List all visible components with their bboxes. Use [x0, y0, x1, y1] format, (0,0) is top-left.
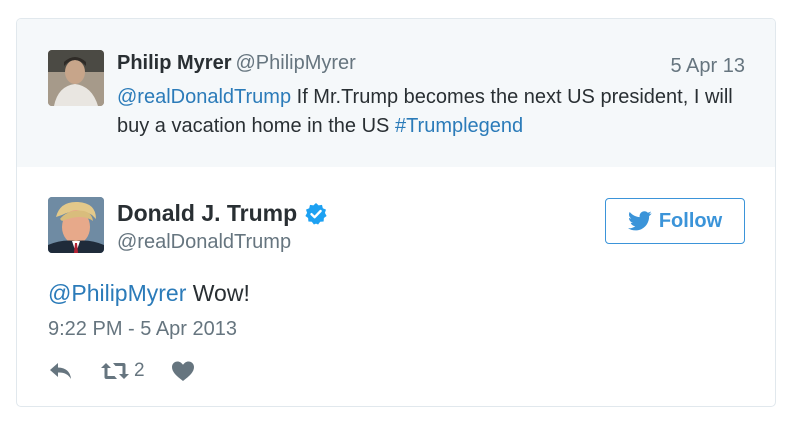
retweet-button[interactable]: 2 — [100, 360, 145, 382]
tweet-timestamp[interactable]: 9:22 PM - 5 Apr 2013 — [48, 318, 237, 341]
parent-author-avatar[interactable] — [48, 50, 104, 106]
retweet-icon — [101, 363, 129, 379]
author-name-row[interactable]: Donald J. Trump — [117, 200, 328, 227]
verified-badge-icon — [305, 202, 327, 224]
reply-button[interactable] — [48, 361, 74, 381]
like-button[interactable] — [171, 360, 195, 382]
reply-icon — [50, 363, 71, 379]
hashtag-link[interactable]: #Trumplegend — [395, 115, 523, 137]
mention-link[interactable]: @PhilipMyrer — [48, 280, 186, 306]
author-name[interactable]: Donald J. Trump — [117, 200, 297, 227]
parent-mention-link[interactable]: @realDonaldTrump — [117, 86, 291, 108]
tweet-actions: 2 — [48, 357, 221, 385]
parent-author[interactable]: Philip Myrer @PhilipMyrer — [117, 52, 356, 75]
tweet-text: @PhilipMyrer Wow! — [48, 280, 250, 307]
author-handle[interactable]: @realDonaldTrump — [117, 231, 291, 254]
embedded-tweet-card: Philip Myrer @PhilipMyrer 5 Apr 13 @realD… — [16, 18, 776, 407]
author-avatar[interactable] — [48, 197, 104, 253]
twitter-bird-icon — [627, 211, 652, 231]
tweet-body: Wow! — [186, 280, 250, 306]
retweet-count: 2 — [134, 360, 145, 381]
parent-tweet[interactable]: Philip Myrer @PhilipMyrer 5 Apr 13 @realD… — [17, 19, 775, 167]
heart-icon — [171, 361, 194, 381]
parent-author-name[interactable]: Philip Myrer — [117, 52, 231, 74]
parent-tweet-text: @realDonaldTrump If Mr.Trump becomes the… — [117, 83, 747, 141]
follow-button[interactable]: Follow — [605, 198, 745, 244]
follow-button-label: Follow — [658, 209, 723, 232]
parent-tweet-date[interactable]: 5 Apr 13 — [670, 55, 745, 78]
parent-author-handle[interactable]: @PhilipMyrer — [235, 52, 355, 74]
